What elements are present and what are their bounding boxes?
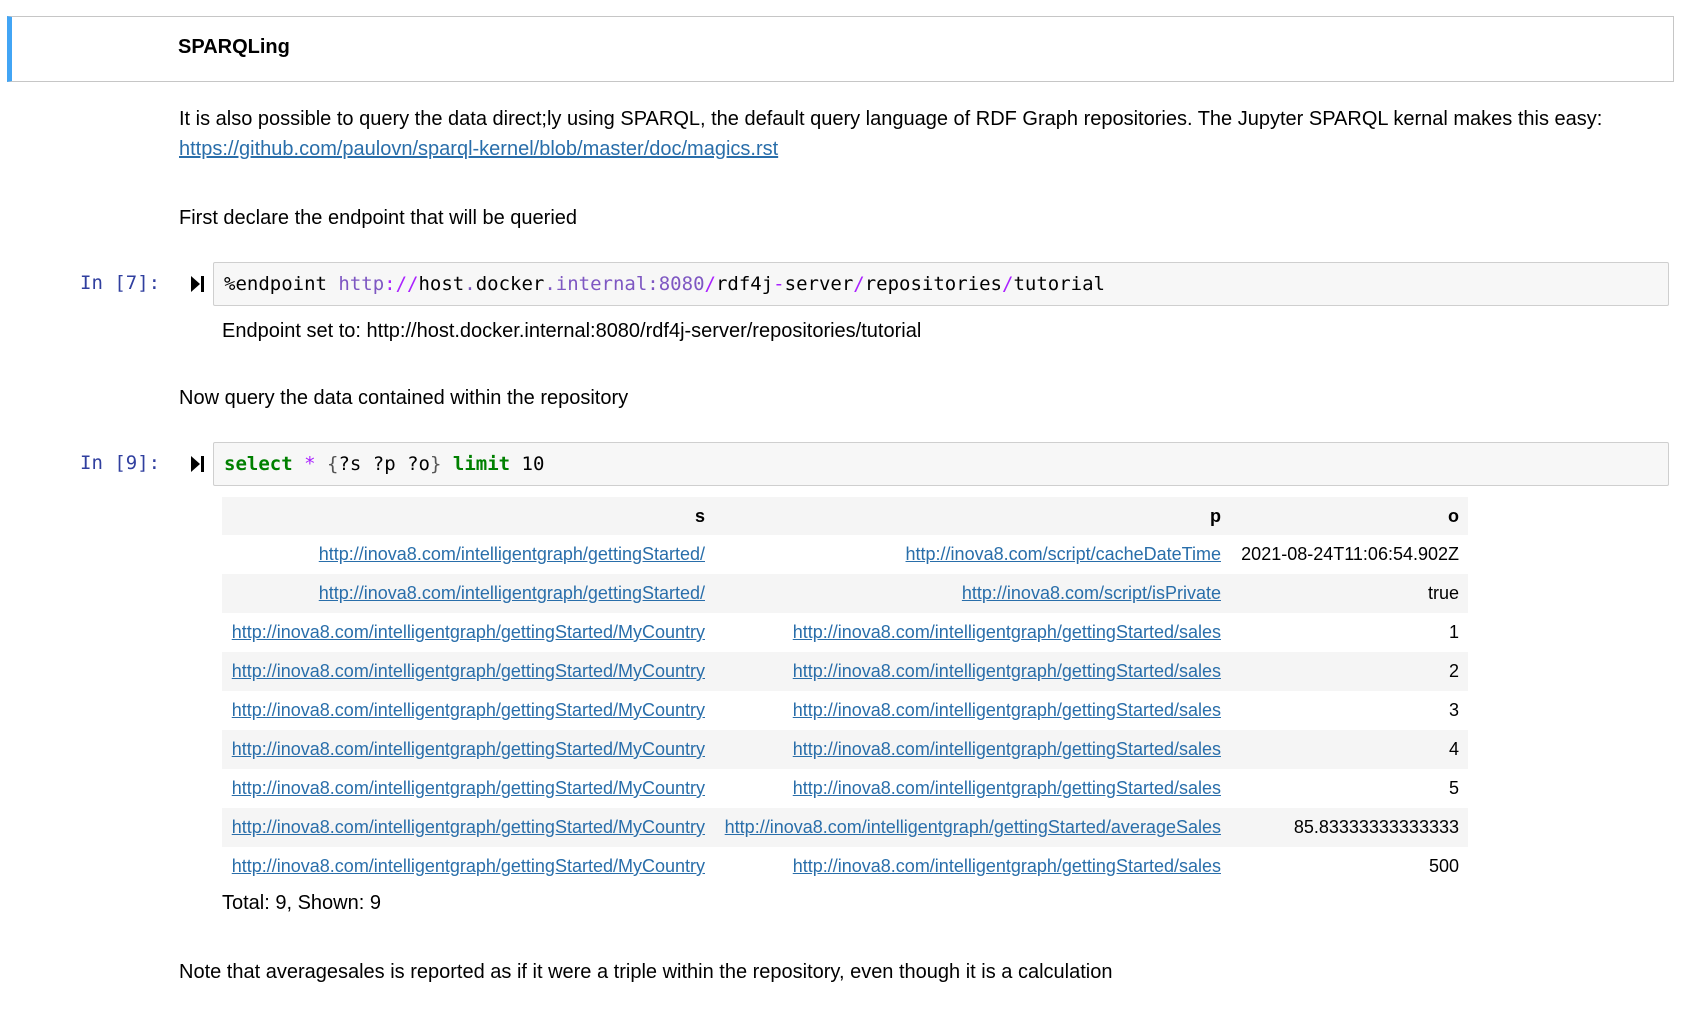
table-row: http://inova8.com/intelligentgraph/getti… [222,730,1468,769]
cell-s: http://inova8.com/intelligentgraph/getti… [222,769,714,808]
code-token: 10 [521,453,545,475]
cell-p: http://inova8.com/intelligentgraph/getti… [714,730,1230,769]
cell-o: 1 [1448,622,1459,642]
cell1-code-input[interactable]: %endpoint http://host.docker.internal:80… [213,262,1669,306]
cell-o: 4 [1230,730,1468,769]
code-token: host [418,273,465,295]
predicate-link[interactable]: http://inova8.com/script/isPrivate [962,583,1221,603]
results-table: s p o http://inova8.com/intelligentgraph… [222,497,1468,886]
cell-p: http://inova8.com/intelligentgraph/getti… [714,613,1230,652]
heading-cell[interactable]: SPARQLing [7,16,1674,82]
cell-s: http://inova8.com/intelligentgraph/getti… [222,808,714,847]
code-token: / [853,273,865,295]
note-paragraph: Note that averagesales is reported as if… [179,961,1113,983]
results-summary: Total: 9, Shown: 9 [222,892,381,914]
predicate-link[interactable]: http://inova8.com/intelligentgraph/getti… [793,778,1221,798]
code-token: internal:8080 [555,273,705,295]
predicate-link[interactable]: http://inova8.com/script/cacheDateTime [906,544,1221,564]
cell1-prompt: In [7]: [80,272,161,294]
cell-o: 5 [1448,778,1459,798]
subject-link[interactable]: http://inova8.com/intelligentgraph/getti… [319,583,705,603]
table-row: http://inova8.com/intelligentgraph/getti… [222,769,1468,808]
cell-s: http://inova8.com/intelligentgraph/getti… [222,730,714,769]
notebook: SPARQLing It is also possible to query t… [0,0,1684,1009]
code-token: :// [384,273,419,295]
section-heading: SPARQLing [178,36,290,58]
subject-link[interactable]: http://inova8.com/intelligentgraph/getti… [232,622,705,642]
table-row: http://inova8.com/intelligentgraph/getti… [222,808,1468,847]
subject-link[interactable]: http://inova8.com/intelligentgraph/getti… [232,856,705,876]
code-keyword: limit [452,453,511,475]
cell-p: http://inova8.com/intelligentgraph/getti… [714,847,1230,886]
cell-p: http://inova8.com/script/isPrivate [714,574,1230,613]
code-token: docker [475,273,545,295]
cell1-output: Endpoint set to: http://host.docker.inte… [222,320,922,342]
subject-link[interactable]: http://inova8.com/intelligentgraph/getti… [232,661,705,681]
table-row: http://inova8.com/intelligentgraph/getti… [222,691,1468,730]
predicate-link[interactable]: http://inova8.com/intelligentgraph/getti… [793,739,1221,759]
code-token: http [338,273,385,295]
cell-o: 85.83333333333333 [1230,808,1468,847]
predicate-link[interactable]: http://inova8.com/intelligentgraph/getti… [793,661,1221,681]
subject-link[interactable]: http://inova8.com/intelligentgraph/getti… [232,700,705,720]
column-header-p: p [714,497,1230,535]
cell-s: http://inova8.com/intelligentgraph/getti… [222,613,714,652]
run-cell1-icon[interactable] [190,274,206,294]
intro-text: It is also possible to query the data di… [179,108,1603,130]
subject-link[interactable]: http://inova8.com/intelligentgraph/getti… [232,739,705,759]
table-row: http://inova8.com/intelligentgraph/getti… [222,847,1468,886]
table-row: http://inova8.com/intelligentgraph/getti… [222,652,1468,691]
code-token: rdf4j [715,273,774,295]
code-token: - [773,273,785,295]
cell-p: http://inova8.com/intelligentgraph/getti… [714,769,1230,808]
column-header-s: s [222,497,714,535]
code-token: . [464,273,476,295]
code-token: . [544,273,556,295]
cell2-code-input[interactable]: select * {?s ?p ?o} limit 10 [213,442,1669,486]
code-token: repositories [864,273,1002,295]
code-token: } [429,453,442,475]
cell-o: 500 [1428,856,1459,876]
predicate-link[interactable]: http://inova8.com/intelligentgraph/getti… [725,817,1221,837]
step1-paragraph: First declare the endpoint that will be … [179,207,578,229]
subject-link[interactable]: http://inova8.com/intelligentgraph/getti… [232,817,705,837]
cell-p: http://inova8.com/intelligentgraph/getti… [714,691,1230,730]
intro-paragraph: It is also possible to query the data di… [179,104,1639,164]
code-token: / [1002,273,1014,295]
code-keyword: select [224,453,293,475]
code-token: tutorial [1013,273,1105,295]
column-header-o: o [1230,497,1468,535]
cell2-prompt: In [9]: [80,452,161,474]
subject-link[interactable]: http://inova8.com/intelligentgraph/getti… [319,544,705,564]
code-token: / [704,273,716,295]
cell-p: http://inova8.com/intelligentgraph/getti… [714,808,1230,847]
table-header-row: s p o [222,497,1468,535]
cell-o: 2021-08-24T11:06:54.902Z [1241,544,1459,564]
cell-s: http://inova8.com/intelligentgraph/getti… [222,574,714,613]
cell-p: http://inova8.com/script/cacheDateTime [714,535,1230,574]
run-cell2-icon[interactable] [190,454,206,474]
table-row: http://inova8.com/intelligentgraph/getti… [222,574,1468,613]
cell-o: 3 [1448,700,1459,720]
code-token: * [304,453,316,475]
code-token: { [327,453,339,475]
code-token: ?s ?p ?o [338,453,430,475]
predicate-link[interactable]: http://inova8.com/intelligentgraph/getti… [793,856,1221,876]
code-token: server [784,273,854,295]
cell-s: http://inova8.com/intelligentgraph/getti… [222,652,714,691]
table-row: http://inova8.com/intelligentgraph/getti… [222,613,1468,652]
cell-s: http://inova8.com/intelligentgraph/getti… [222,691,714,730]
cell-p: http://inova8.com/intelligentgraph/getti… [714,652,1230,691]
table-row: http://inova8.com/intelligentgraph/getti… [222,535,1468,574]
step2-paragraph: Now query the data contained within the … [179,387,629,409]
sparql-kernel-link[interactable]: https://github.com/paulovn/sparql-kernel… [179,138,778,160]
subject-link[interactable]: http://inova8.com/intelligentgraph/getti… [232,778,705,798]
cell-o: 2 [1230,652,1468,691]
code-magic: %endpoint [224,273,339,295]
predicate-link[interactable]: http://inova8.com/intelligentgraph/getti… [793,622,1221,642]
cell-s: http://inova8.com/intelligentgraph/getti… [222,535,714,574]
cell-s: http://inova8.com/intelligentgraph/getti… [222,847,714,886]
cell-o: true [1230,574,1468,613]
predicate-link[interactable]: http://inova8.com/intelligentgraph/getti… [793,700,1221,720]
